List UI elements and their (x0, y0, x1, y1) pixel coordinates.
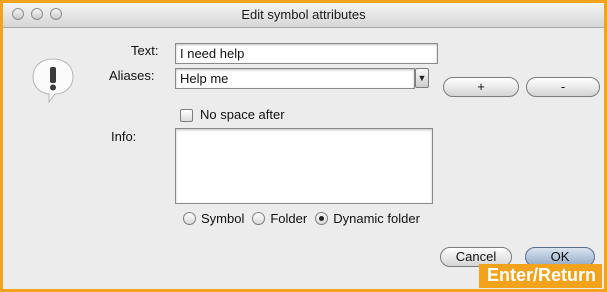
title-bar: Edit symbol attributes (3, 3, 604, 28)
no-space-after-label: No space after (200, 107, 285, 122)
radio-dynamic-folder-label: Dynamic folder (333, 211, 420, 226)
radio-symbol-label: Symbol (201, 211, 245, 226)
info-textarea[interactable] (175, 128, 433, 204)
alert-icon (32, 58, 74, 104)
keyboard-hint-label: Enter/Return (478, 264, 602, 288)
radio-folder[interactable]: Folder (252, 211, 307, 226)
aliases-dropdown-button[interactable]: ▼ (415, 68, 429, 88)
no-space-after-checkbox[interactable] (180, 109, 193, 122)
radio-symbol-indicator (183, 212, 196, 225)
aliases-combo-field[interactable]: Help me (175, 68, 415, 89)
info-label: Info: (111, 129, 137, 144)
text-label: Text: (131, 43, 159, 58)
radio-dynamic-folder-indicator (315, 212, 329, 225)
radio-folder-indicator (252, 212, 266, 225)
remove-alias-button[interactable]: - (526, 77, 600, 97)
radio-symbol[interactable]: Symbol (183, 211, 244, 226)
aliases-label: Aliases: (109, 68, 155, 83)
text-field[interactable]: I need help (175, 43, 438, 64)
window-title: Edit symbol attributes (241, 7, 366, 22)
radio-dynamic-folder[interactable]: Dynamic folder (315, 211, 420, 226)
dialog-window: Edit symbol attributes Text: I need help… (3, 3, 604, 289)
type-radio-group: Symbol Folder Dynamic folder (183, 211, 428, 226)
add-alias-button[interactable]: + (443, 77, 519, 97)
radio-folder-label: Folder (270, 211, 308, 226)
chevron-down-icon: ▼ (417, 73, 427, 83)
